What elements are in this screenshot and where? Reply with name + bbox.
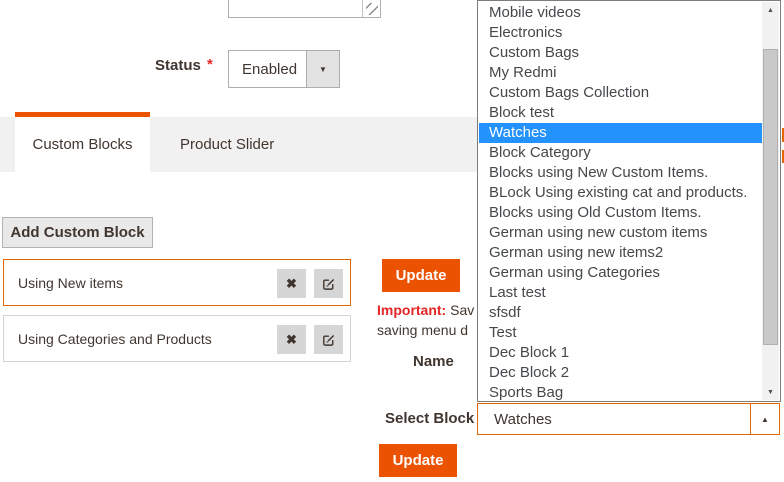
custom-block-list: Using New items ✖ Using Categories and P… (3, 259, 351, 371)
status-select[interactable]: Enabled ▼ (228, 50, 340, 88)
delete-block-button[interactable]: ✖ (277, 269, 306, 298)
important-note-line2: saving menu d (377, 322, 469, 338)
dropdown-option[interactable]: Sports Bag (479, 383, 762, 400)
select-block-value: Watches (494, 410, 552, 428)
edit-pencil-icon (323, 279, 335, 290)
required-asterisk: * (207, 56, 213, 73)
tab-product-slider[interactable]: Product Slider (180, 117, 300, 172)
dropdown-option[interactable]: Mobile videos (479, 3, 762, 23)
dropdown-option[interactable]: Dec Block 2 (479, 363, 762, 383)
update-button[interactable]: Update (382, 259, 460, 292)
add-custom-block-button[interactable]: Add Custom Block (2, 217, 153, 248)
important-note-line1: Important: Sav (377, 302, 475, 318)
dropdown-option[interactable]: Last test (479, 283, 762, 303)
delete-block-button[interactable]: ✖ (277, 325, 306, 354)
block-options-dropdown: Mobile videos Electronics Custom Bags My Re… (477, 0, 781, 402)
edit-pencil-icon (323, 335, 335, 346)
dropdown-option[interactable]: BLock Using existing cat and products. (479, 183, 762, 203)
scrollbar-thumb[interactable] (763, 49, 778, 345)
dropdown-option[interactable]: Electronics (479, 23, 762, 43)
dropdown-option[interactable]: Blocks using Old Custom Items. (479, 203, 762, 223)
magento-menu-editor-screen: Status * Enabled ▼ Custom Blocks Product… (0, 0, 784, 482)
dropdown-option[interactable]: Blocks using New Custom Items. (479, 163, 762, 183)
dropdown-option[interactable]: Block Category (479, 143, 762, 163)
dropdown-option[interactable]: sfsdf (479, 303, 762, 323)
name-label: Name (413, 353, 454, 370)
dropdown-scrollbar[interactable]: ▲ ▼ (762, 2, 779, 400)
dropdown-option[interactable]: Test (479, 323, 762, 343)
close-x-icon: ✖ (286, 331, 297, 347)
select-block-combobox[interactable]: Watches ▲ (477, 403, 780, 435)
update-button-bottom[interactable]: Update (379, 444, 457, 477)
chevron-down-icon[interactable]: ▼ (306, 51, 339, 87)
edit-block-button[interactable] (314, 269, 343, 298)
select-block-label: Select Block (385, 410, 475, 427)
dropdown-option[interactable]: German using Categories (479, 263, 762, 283)
scrollbar-up-icon[interactable]: ▲ (762, 2, 779, 18)
custom-block-item[interactable]: Using Categories and Products ✖ (3, 315, 351, 362)
dropdown-option[interactable]: Custom Bags Collection (479, 83, 762, 103)
scrollbar-down-icon[interactable]: ▼ (762, 384, 779, 400)
custom-block-item-label: Using New items (18, 274, 124, 291)
custom-block-item[interactable]: Using New items ✖ (3, 259, 351, 306)
status-select-value: Enabled (242, 60, 298, 78)
chevron-up-icon[interactable]: ▲ (750, 404, 779, 434)
status-label: Status (155, 57, 201, 74)
tab-product-slider-label: Product Slider (180, 136, 275, 153)
dropdown-option[interactable]: Custom Bags (479, 43, 762, 63)
dropdown-option[interactable]: My Redmi (479, 63, 762, 83)
textarea-fragment[interactable] (228, 0, 381, 18)
important-note: Important: Sav saving menu d (377, 300, 477, 340)
dropdown-option[interactable]: Block test (479, 103, 762, 123)
dropdown-option[interactable]: Watches (479, 123, 762, 143)
custom-block-item-label: Using Categories and Products (18, 330, 212, 347)
tab-custom-blocks-label: Custom Blocks (32, 136, 133, 153)
dropdown-option[interactable]: German using new custom items (479, 223, 762, 243)
important-prefix: Important: (377, 302, 447, 318)
dropdown-options-list: Mobile videos Electronics Custom Bags My Re… (479, 3, 762, 400)
edit-block-button[interactable] (314, 325, 343, 354)
dropdown-option[interactable]: German using new items2 (479, 243, 762, 263)
close-x-icon: ✖ (286, 275, 297, 291)
tab-custom-blocks[interactable]: Custom Blocks (15, 117, 150, 172)
dropdown-option[interactable]: Dec Block 1 (479, 343, 762, 363)
resize-grip-icon[interactable] (362, 0, 380, 17)
